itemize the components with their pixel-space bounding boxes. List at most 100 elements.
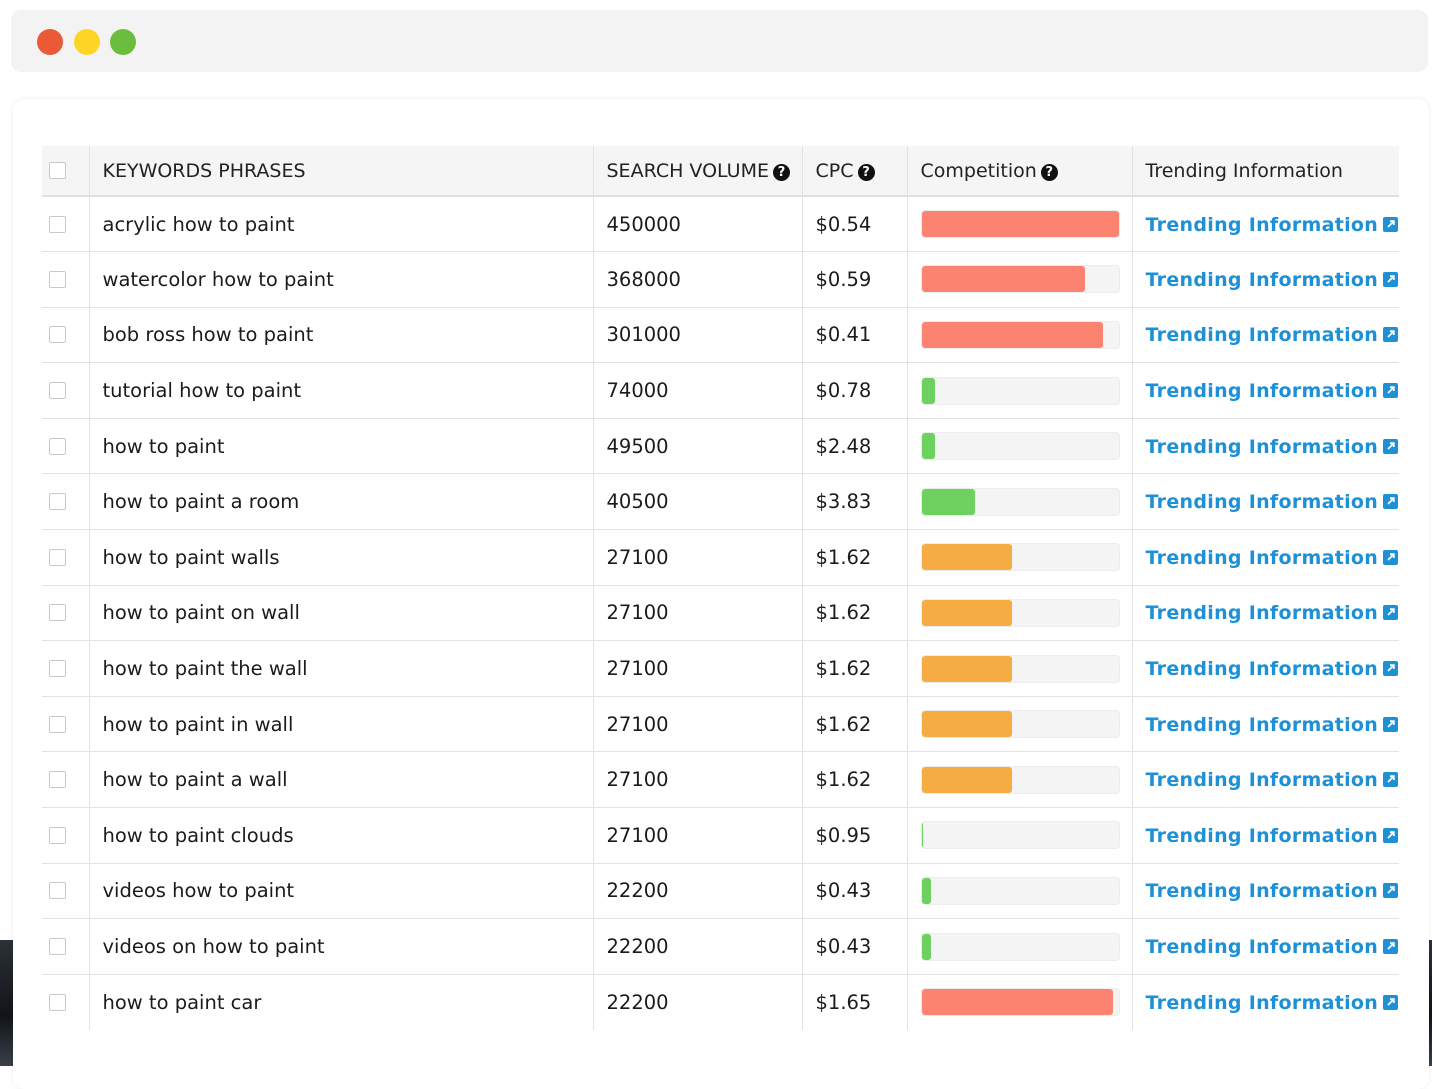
competition-bar: [920, 598, 1120, 627]
competition-bar-fill: [921, 766, 1013, 793]
competition-bar-fill: [921, 544, 1013, 571]
competition-bar-fill: [921, 933, 932, 960]
trending-information-link[interactable]: Trending Information: [1146, 992, 1379, 1014]
window-title-bar: [11, 10, 1428, 72]
row-checkbox[interactable]: [49, 993, 66, 1011]
trending-information-link[interactable]: Trending Information: [1146, 436, 1379, 458]
competition-bar: [920, 932, 1120, 961]
row-checkbox[interactable]: [49, 382, 66, 400]
external-link-icon[interactable]: [1383, 716, 1399, 732]
row-checkbox[interactable]: [49, 326, 66, 344]
cpc-cell: $0.78: [802, 362, 908, 419]
competition-cell: [907, 696, 1133, 753]
select-all-cell: [42, 146, 90, 197]
keyword-table: KEYWORDS PHRASES SEARCH VOLUME? CPC? Com…: [42, 146, 1399, 1030]
trending-information-link[interactable]: Trending Information: [1146, 714, 1379, 736]
row-select-cell: [42, 196, 90, 253]
competition-bar-fill: [921, 655, 1013, 682]
trending-information-link[interactable]: Trending Information: [1146, 547, 1379, 569]
trending-cell: Trending Information: [1132, 196, 1399, 253]
trending-information-link[interactable]: Trending Information: [1146, 825, 1379, 847]
row-select-cell: [42, 473, 90, 531]
table-row: how to paint on wall 27100 $1.62 Trending I…: [42, 585, 1399, 642]
close-window-button[interactable]: [37, 29, 63, 55]
external-link-icon[interactable]: [1383, 605, 1399, 621]
row-checkbox[interactable]: [49, 715, 66, 733]
competition-bar: [920, 432, 1120, 461]
trending-information-link[interactable]: Trending Information: [1146, 269, 1379, 291]
cpc-cell: $0.43: [802, 863, 908, 920]
minimize-window-button[interactable]: [74, 29, 100, 55]
external-link-icon[interactable]: [1383, 883, 1399, 899]
competition-bar: [920, 265, 1120, 294]
trending-information-link[interactable]: Trending Information: [1146, 658, 1379, 680]
row-checkbox[interactable]: [49, 437, 66, 455]
external-link-icon[interactable]: [1383, 827, 1399, 843]
question-circle-icon[interactable]: ?: [772, 163, 790, 181]
competition-cell: [907, 307, 1133, 364]
competition-bar: [920, 710, 1120, 739]
trending-information-link[interactable]: Trending Information: [1146, 936, 1379, 958]
trending-information-link[interactable]: Trending Information: [1146, 602, 1379, 624]
competition-cell: [907, 974, 1133, 1030]
external-link-icon[interactable]: [1383, 549, 1399, 565]
content-panel: KEYWORDS PHRASES SEARCH VOLUME? CPC? Com…: [13, 99, 1429, 1089]
trending-information-link[interactable]: Trending Information: [1146, 880, 1379, 902]
competition-bar: [920, 654, 1120, 683]
search-volume-cell: 27100: [593, 807, 803, 864]
search-volume-cell: 27100: [593, 640, 803, 697]
external-link-icon[interactable]: [1383, 271, 1399, 287]
competition-bar: [920, 876, 1120, 905]
row-checkbox[interactable]: [49, 660, 66, 678]
maximize-window-button[interactable]: [110, 29, 136, 55]
header-cpc[interactable]: CPC?: [802, 146, 908, 197]
competition-cell: [907, 251, 1133, 308]
external-link-icon[interactable]: [1383, 216, 1399, 232]
trending-information-link[interactable]: Trending Information: [1146, 214, 1379, 236]
table-row: watercolor how to paint 368000 $0.59 Trendi…: [42, 251, 1399, 308]
row-checkbox[interactable]: [49, 493, 66, 511]
trending-cell: Trending Information: [1132, 251, 1399, 308]
table-row: videos on how to paint 22200 $0.43 Trending…: [42, 918, 1399, 975]
row-select-cell: [42, 696, 90, 753]
header-search-volume[interactable]: SEARCH VOLUME?: [593, 146, 803, 197]
row-checkbox[interactable]: [49, 938, 66, 956]
row-checkbox[interactable]: [49, 826, 66, 844]
trending-information-link[interactable]: Trending Information: [1146, 380, 1379, 402]
row-checkbox[interactable]: [49, 548, 66, 566]
external-link-icon[interactable]: [1383, 327, 1399, 343]
competition-bar: [920, 765, 1120, 794]
external-link-icon[interactable]: [1383, 661, 1399, 677]
trending-cell: Trending Information: [1132, 585, 1399, 642]
keyword-cell: acrylic how to paint: [89, 196, 594, 253]
question-circle-icon[interactable]: ?: [857, 163, 875, 181]
header-keywords[interactable]: KEYWORDS PHRASES: [89, 146, 594, 197]
external-link-icon[interactable]: [1383, 939, 1399, 955]
external-link-icon[interactable]: [1383, 772, 1399, 788]
question-circle-icon[interactable]: ?: [1040, 163, 1058, 181]
row-select-cell: [42, 585, 90, 642]
table-row: how to paint a wall 27100 $1.62 Trending In…: [42, 751, 1399, 809]
trending-information-link[interactable]: Trending Information: [1146, 769, 1379, 791]
external-link-icon[interactable]: [1383, 438, 1399, 454]
row-checkbox[interactable]: [49, 771, 66, 789]
trending-information-link[interactable]: Trending Information: [1146, 324, 1379, 346]
external-link-icon[interactable]: [1383, 494, 1399, 510]
table-row: acrylic how to paint 450000 $0.54 Trending …: [42, 196, 1399, 253]
keyword-cell: how to paint clouds: [89, 807, 594, 864]
external-link-icon[interactable]: [1383, 994, 1399, 1010]
select-all-checkbox[interactable]: [49, 162, 66, 179]
competition-bar-fill: [921, 877, 932, 904]
external-link-icon[interactable]: [1383, 383, 1399, 399]
header-trending-label: Trending Information: [1145, 159, 1343, 182]
header-competition[interactable]: Competition?: [907, 146, 1133, 197]
row-select-cell: [42, 362, 90, 419]
row-checkbox[interactable]: [49, 882, 66, 900]
trending-information-link[interactable]: Trending Information: [1146, 491, 1379, 513]
competition-cell: [907, 640, 1133, 697]
row-checkbox[interactable]: [49, 604, 66, 622]
row-checkbox[interactable]: [49, 270, 66, 288]
table-row: how to paint 49500 $2.48 Trending Informati…: [42, 418, 1399, 475]
cpc-cell: $1.62: [802, 696, 908, 753]
row-checkbox[interactable]: [49, 215, 66, 233]
